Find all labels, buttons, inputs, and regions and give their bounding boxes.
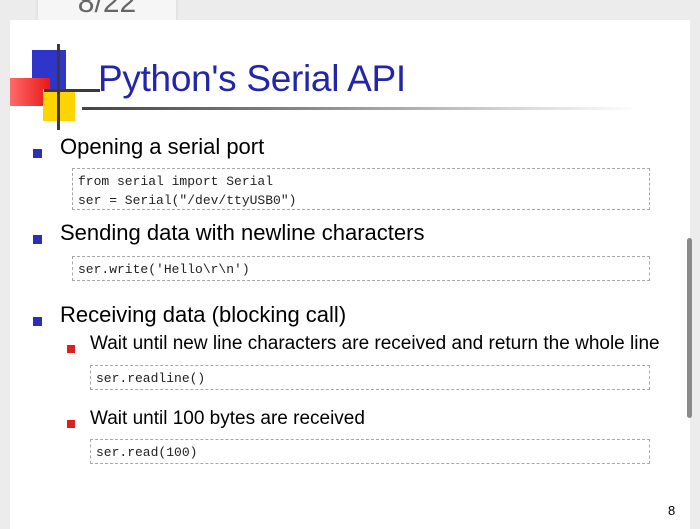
code-block-read: ser.read(100) — [90, 439, 650, 464]
code-line: ser.readline() — [96, 371, 206, 386]
code-block-import: from serial import Serial ser = Serial("… — [72, 168, 650, 210]
sub-bullet-icon — [67, 420, 75, 428]
bullet-opening-serial-port: Opening a serial port — [60, 134, 265, 159]
slide: Python's Serial API Opening a serial por… — [10, 20, 690, 529]
sub-bullet-icon — [67, 345, 75, 353]
code-line: from serial import Serial — [78, 174, 274, 189]
code-line: ser.write('Hello\r\n') — [78, 262, 250, 277]
page-number: 8 — [668, 503, 676, 518]
slide-title: Python's Serial API — [98, 58, 406, 99]
code-block-readline: ser.readline() — [90, 365, 650, 390]
bullet-receiving-data: Receiving data (blocking call) — [60, 302, 347, 327]
code-line: ser.read(100) — [96, 445, 198, 460]
sub-bullet-readline: Wait until new line characters are recei… — [90, 333, 660, 354]
bullet-icon — [33, 317, 42, 326]
sub-bullet-read: Wait until 100 bytes are received — [90, 408, 365, 429]
code-line: ser = Serial("/dev/ttyUSB0") — [78, 193, 297, 208]
bullet-icon — [33, 149, 42, 158]
title-divider — [82, 107, 637, 110]
scrollbar[interactable] — [687, 238, 692, 418]
code-block-write: ser.write('Hello\r\n') — [72, 256, 650, 281]
bullet-icon — [33, 235, 42, 244]
slide-logo-icon — [10, 42, 100, 130]
bullet-sending-data: Sending data with newline characters — [60, 220, 425, 245]
